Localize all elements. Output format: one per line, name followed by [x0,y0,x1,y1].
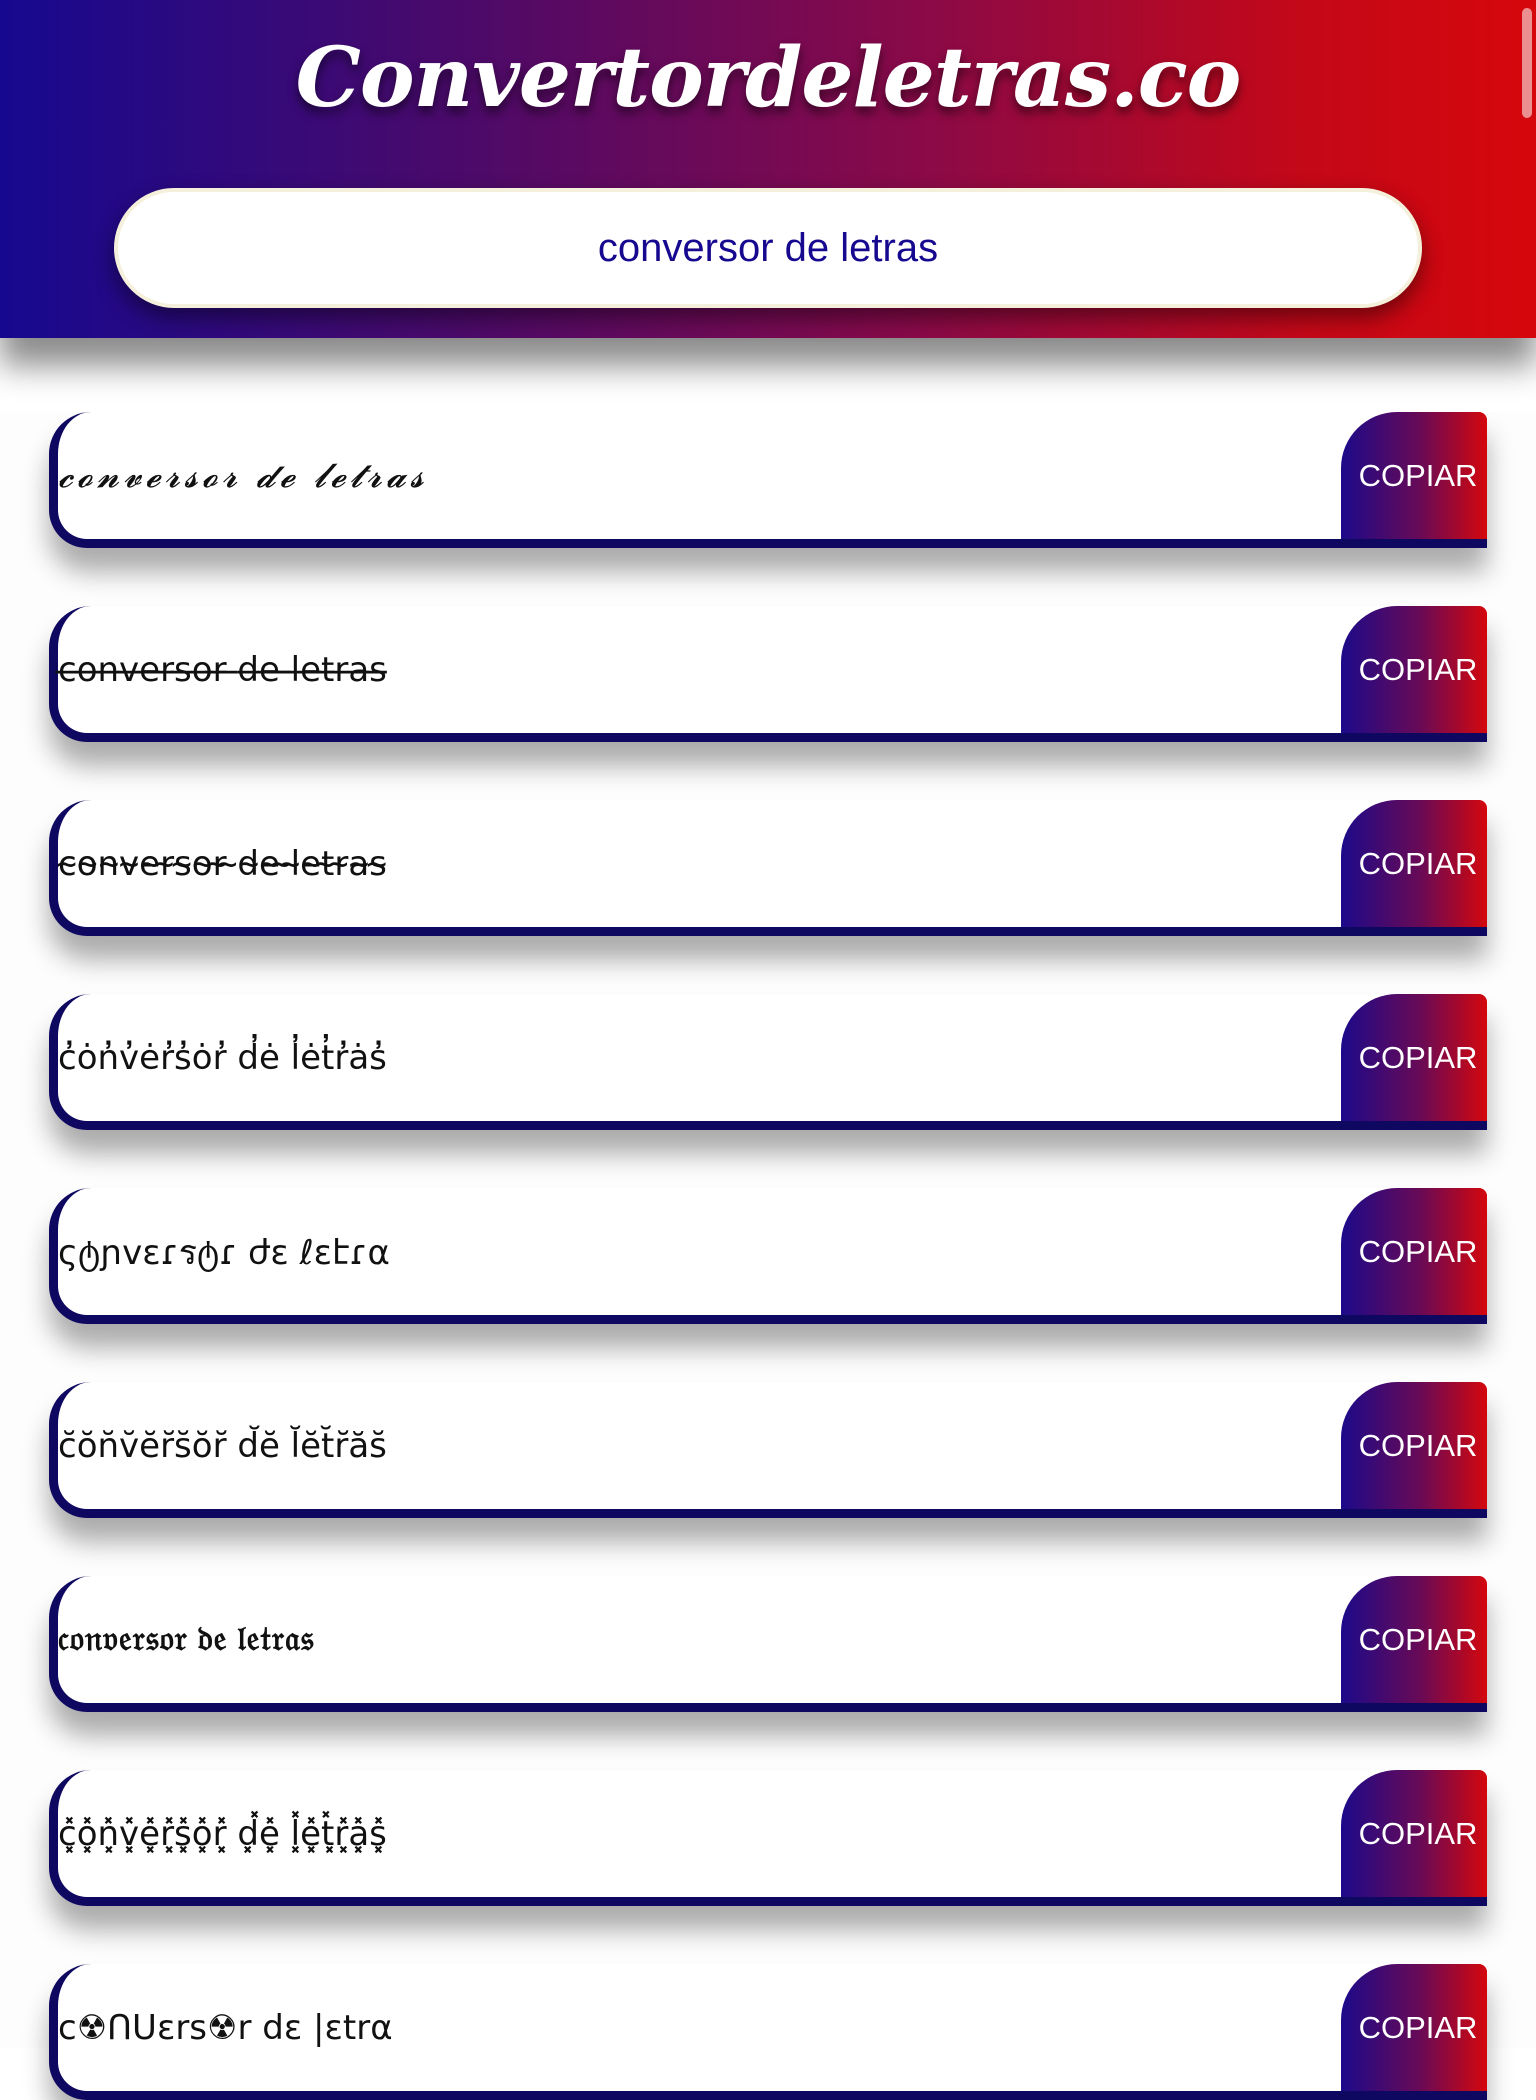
copy-button[interactable]: COPIAR [1341,800,1487,927]
result-text: c͓̽o͓̽n͓̽v͓̽e͓̽r͓̽s͓̽o͓̽r͓̽ d͓̽e͓̽ l͓̽e͓… [58,1813,387,1854]
copy-button[interactable]: COPIAR [1341,1576,1487,1703]
result-card: c̴o̴n̴v̴e̴r̴s̴o̴r̴ ̴d̴e̴ ̴l̴e̴t̴r̴a̴s̴ C… [49,800,1487,936]
result-text: c̶o̶n̶v̶e̶r̶s̶o̶r̶ ̶d̶e̶ ̶l̶e̶t̶r̶a̶s̶ [58,649,387,690]
result-card: 𝔠𝔬𝔫𝔳𝔢𝔯𝔰𝔬𝔯 𝔡𝔢 𝔩𝔢𝔱𝔯𝔞𝔰 COPIAR [49,1576,1487,1712]
result-text: 𝓬𝓸𝓷𝓿𝓮𝓻𝓼𝓸𝓻 𝓭𝓮 𝓵𝓮𝓽𝓻𝓪𝓼 [58,455,428,496]
copy-button[interactable]: COPIAR [1341,1964,1487,2091]
copy-button[interactable]: COPIAR [1341,1382,1487,1509]
copy-button[interactable]: COPIAR [1341,606,1487,733]
result-text: c☢ᑎᑌɛrs☢r dɛ |ɛtrα [58,2007,393,2048]
site-logo[interactable]: Convertordeletras.co [0,30,1536,126]
copy-button[interactable]: COPIAR [1341,1188,1487,1315]
result-text: 𝔠𝔬𝔫𝔳𝔢𝔯𝔰𝔬𝔯 𝔡𝔢 𝔩𝔢𝔱𝔯𝔞𝔰 [58,1620,315,1658]
result-card: c̶o̶n̶v̶e̶r̶s̶o̶r̶ ̶d̶e̶ ̶l̶e̶t̶r̶a̶s̶ C… [49,606,1487,742]
copy-button[interactable]: COPIAR [1341,994,1487,1121]
result-card: c̆ŏn̆v̆ĕr̆s̆ŏr̆ d̆ĕ l̆ĕt̆r̆ăs̆ COPIAR [49,1382,1487,1518]
copy-button[interactable]: COPIAR [1341,412,1487,539]
result-card: c̓ȯn̓v̓ėr̓s̓ȯr̓ d̓ė l̓ėt̓r̓ȧs̓ COPIAR [49,994,1487,1130]
scrollbar[interactable] [1522,8,1532,118]
result-text: c̓ȯn̓v̓ėr̓s̓ȯr̓ d̓ė l̓ėt̓r̓ȧs̓ [58,1037,387,1078]
result-text: ςტɲvɛɾรტɾ ժɛ ℓɛէɾα [58,1232,390,1273]
result-card: ςტɲvɛɾรტɾ ժɛ ℓɛէɾα COPIAR [49,1188,1487,1324]
site-header: Convertordeletras.co conversor de letras [0,0,1536,338]
results-list: 𝓬𝓸𝓷𝓿𝓮𝓻𝓼𝓸𝓻 𝓭𝓮 𝓵𝓮𝓽𝓻𝓪𝓼 COPIAR c̶o̶n̶v̶e̶r̶s… [0,412,1536,2100]
result-card: c͓̽o͓̽n͓̽v͓̽e͓̽r͓̽s͓̽o͓̽r͓̽ d͓̽e͓̽ l͓̽e͓… [49,1770,1487,1906]
result-card: 𝓬𝓸𝓷𝓿𝓮𝓻𝓼𝓸𝓻 𝓭𝓮 𝓵𝓮𝓽𝓻𝓪𝓼 COPIAR [49,412,1487,548]
result-card: c☢ᑎᑌɛrs☢r dɛ |ɛtrα COPIAR [49,1964,1487,2100]
copy-button[interactable]: COPIAR [1341,1770,1487,1897]
result-text: c̆ŏn̆v̆ĕr̆s̆ŏr̆ d̆ĕ l̆ĕt̆r̆ăs̆ [58,1425,387,1466]
text-input[interactable]: conversor de letras [114,188,1422,308]
result-text: c̴o̴n̴v̴e̴r̴s̴o̴r̴ ̴d̴e̴ ̴l̴e̴t̴r̴a̴s̴ [58,843,387,884]
